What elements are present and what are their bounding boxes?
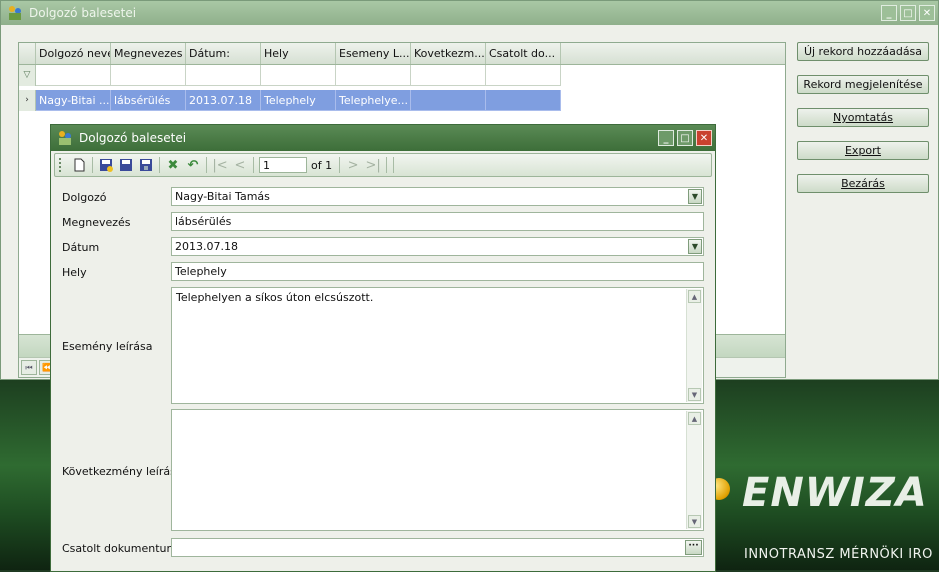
- filter-icon: ▽: [19, 65, 36, 86]
- minimize-button[interactable]: _: [658, 130, 674, 146]
- kovetkezmeny-label: Következmény leírása: [62, 465, 183, 478]
- main-titlebar[interactable]: Dolgozó balesetei _ □ ✕: [1, 1, 938, 25]
- app-icon: [57, 130, 73, 146]
- maximize-button[interactable]: □: [677, 130, 693, 146]
- minimize-button[interactable]: _: [881, 5, 897, 21]
- filter-cell[interactable]: [36, 65, 111, 86]
- datum-value: 2013.07.18: [175, 240, 238, 253]
- close-button[interactable]: Bezárás: [797, 174, 929, 193]
- table-cell[interactable]: Nagy-Bitai ...: [36, 90, 111, 111]
- vertical-scrollbar[interactable]: ▲ ▼: [686, 289, 702, 402]
- save-new-icon[interactable]: [97, 156, 115, 174]
- toolbar-separator: [253, 157, 254, 173]
- chevron-down-icon[interactable]: ▼: [688, 239, 702, 254]
- dolgozo-label: Dolgozó: [62, 191, 107, 204]
- hely-value: Telephely: [175, 265, 227, 278]
- filter-cell[interactable]: [261, 65, 336, 86]
- table-cell[interactable]: [411, 90, 486, 111]
- column-header[interactable]: Dolgozó neve: [36, 43, 111, 64]
- scroll-down-icon[interactable]: ▼: [688, 388, 701, 401]
- dolgozo-value: Nagy-Bitai Tamás: [175, 190, 270, 203]
- kovetkezmeny-textarea[interactable]: ▲ ▼: [171, 409, 704, 531]
- header-indicator: [19, 43, 36, 64]
- table-cell[interactable]: 2013.07.18: [186, 90, 261, 111]
- enwiza-logo: ENWIZA: [696, 468, 939, 530]
- record-position-input[interactable]: 1: [259, 157, 307, 173]
- new-record-button[interactable]: Új rekord hozzáadása: [797, 42, 929, 61]
- maximize-button[interactable]: □: [900, 5, 916, 21]
- browse-button[interactable]: ···: [685, 540, 702, 555]
- next-record-icon[interactable]: >: [344, 156, 362, 174]
- scroll-up-icon[interactable]: ▲: [688, 290, 701, 303]
- first-record-icon[interactable]: |<: [211, 156, 229, 174]
- scroll-up-icon[interactable]: ▲: [688, 412, 701, 425]
- undo-icon[interactable]: ↶: [184, 156, 202, 174]
- toolbar-separator: [339, 157, 341, 173]
- filter-cell[interactable]: [411, 65, 486, 86]
- toolbar-separator: [206, 157, 207, 173]
- table-row[interactable]: › Nagy-Bitai ... lábsérülés 2013.07.18 T…: [19, 90, 561, 111]
- detail-window-title: Dolgozó balesetei: [79, 131, 187, 145]
- show-record-button[interactable]: Rekord megjelenítése: [797, 75, 929, 94]
- export-button[interactable]: Export: [797, 141, 929, 160]
- toolbar-separator: [92, 157, 93, 173]
- hely-label: Hely: [62, 266, 87, 279]
- close-window-button[interactable]: ✕: [919, 5, 935, 21]
- column-header[interactable]: Megnevezes: [111, 43, 186, 64]
- record-toolbar: ✖ ↶ |< < 1 of 1 > >|: [54, 153, 712, 177]
- datum-picker[interactable]: 2013.07.18 ▼: [171, 237, 704, 256]
- esemeny-value: Telephelyen a síkos úton elcsúszott.: [176, 291, 374, 304]
- column-header[interactable]: Esemeny L...: [336, 43, 411, 64]
- close-window-button[interactable]: ✕: [696, 130, 712, 146]
- record-count-label: of 1: [311, 158, 333, 172]
- datum-label: Dátum: [62, 241, 100, 254]
- detail-window: Dolgozó balesetei _ □ ✕ ✖ ↶ |< < 1 of 1 …: [50, 124, 716, 572]
- table-cell[interactable]: Telephely: [261, 90, 336, 111]
- column-header[interactable]: Hely: [261, 43, 336, 64]
- filter-cell[interactable]: [486, 65, 561, 86]
- scroll-down-icon[interactable]: ▼: [688, 515, 701, 528]
- save-icon[interactable]: [117, 156, 135, 174]
- toolbar-separator: [393, 157, 395, 173]
- chevron-down-icon[interactable]: ▼: [688, 189, 702, 204]
- esemeny-textarea[interactable]: Telephelyen a síkos úton elcsúszott. ▲ ▼: [171, 287, 704, 404]
- app-icon: [7, 5, 23, 21]
- delete-icon[interactable]: ✖: [164, 156, 182, 174]
- filter-cell[interactable]: [186, 65, 261, 86]
- grid-header: Dolgozó neve Megnevezes Dátum: Hely Esem…: [19, 43, 785, 65]
- filter-cell[interactable]: [336, 65, 411, 86]
- toolbar-separator: [159, 157, 160, 173]
- column-header[interactable]: Csatolt do...: [486, 43, 561, 64]
- csatolt-input[interactable]: ···: [171, 538, 704, 557]
- filter-row: ▽: [19, 65, 561, 86]
- dolgozo-combo[interactable]: Nagy-Bitai Tamás ▼: [171, 187, 704, 206]
- row-indicator-icon: ›: [19, 90, 36, 111]
- save-close-icon[interactable]: [137, 156, 155, 174]
- new-document-icon[interactable]: [70, 156, 88, 174]
- filter-cell[interactable]: [111, 65, 186, 86]
- print-button[interactable]: Nyomtatás: [797, 108, 929, 127]
- csatolt-label: Csatolt dokumentum: [62, 542, 178, 555]
- hely-input[interactable]: Telephely: [171, 262, 704, 281]
- table-cell[interactable]: Telephelye...: [336, 90, 411, 111]
- esemeny-label: Esemény leírása: [62, 340, 153, 353]
- table-cell[interactable]: lábsérülés: [111, 90, 186, 111]
- megnevezes-label: Megnevezés: [62, 216, 131, 229]
- main-window-title: Dolgozó balesetei: [29, 6, 137, 20]
- company-tagline: INNOTRANSZ MÉRNÖKI IRO: [744, 547, 933, 562]
- table-cell[interactable]: [486, 90, 561, 111]
- detail-titlebar[interactable]: Dolgozó balesetei _ □ ✕: [51, 125, 715, 151]
- megnevezes-value: lábsérülés: [175, 215, 232, 228]
- vertical-scrollbar[interactable]: ▲ ▼: [686, 411, 702, 529]
- megnevezes-input[interactable]: lábsérülés: [171, 212, 704, 231]
- previous-record-icon[interactable]: <: [231, 156, 249, 174]
- first-record-icon[interactable]: ⏮: [21, 360, 37, 375]
- toolbar-separator: [386, 157, 388, 173]
- logo-text: ENWIZA: [742, 470, 928, 516]
- toolbar-grip[interactable]: [59, 158, 65, 172]
- last-record-icon[interactable]: >|: [364, 156, 382, 174]
- column-header[interactable]: Kovetkezm...: [411, 43, 486, 64]
- column-header[interactable]: Dátum:: [186, 43, 261, 64]
